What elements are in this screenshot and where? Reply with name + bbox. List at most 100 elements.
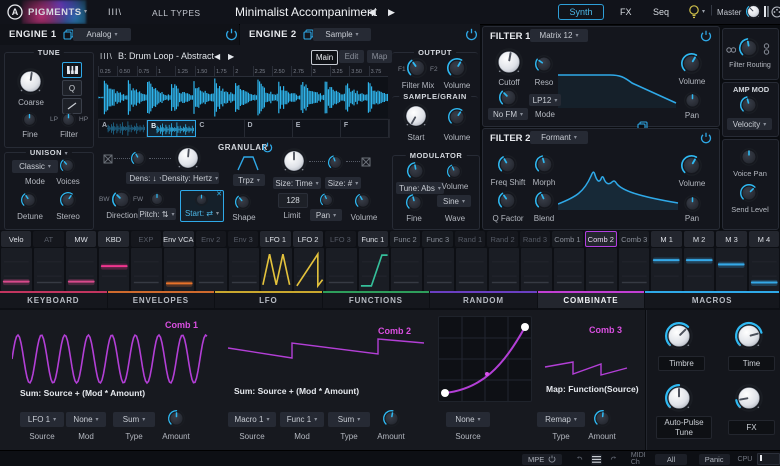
undo-icon[interactable]: [576, 454, 583, 464]
macro-time-knob[interactable]: [735, 322, 763, 350]
brand-caret-icon[interactable]: ▾: [84, 8, 87, 15]
grain-density-knob[interactable]: [175, 145, 201, 171]
comb3-function-graph[interactable]: [438, 316, 532, 402]
sample-tab-edit[interactable]: Edit: [339, 50, 364, 63]
grain-pan-mode-select[interactable]: Pan: [310, 209, 342, 221]
macro-timbre-knob[interactable]: [665, 322, 693, 350]
keyboard-track-button[interactable]: [62, 62, 82, 78]
mod-tab-at[interactable]: AT: [33, 231, 63, 247]
mod-meter-comb-3[interactable]: [619, 248, 650, 291]
tune-filter-knob[interactable]: [61, 112, 76, 127]
mod-meter-exp[interactable]: [131, 248, 162, 291]
sample-volume-knob[interactable]: [448, 108, 466, 126]
quantize-button[interactable]: Q: [62, 80, 82, 96]
preset-next-button[interactable]: ▶: [388, 7, 395, 18]
grain-density-mod-knob[interactable]: [131, 151, 146, 166]
arturia-logo[interactable]: A: [7, 4, 23, 20]
section-tab-macros[interactable]: MACROS: [645, 291, 779, 308]
sample-next-button[interactable]: ▶: [228, 52, 234, 61]
fine-tune-knob[interactable]: [22, 112, 37, 127]
filter1-type-select[interactable]: Matrix 12: [530, 29, 588, 42]
redo-icon[interactable]: [610, 454, 617, 464]
comb1-amount-knob[interactable]: [168, 410, 185, 427]
tips-caret-icon[interactable]: ▾: [702, 8, 705, 15]
comb1-type-select[interactable]: Sum: [113, 412, 155, 427]
engine1-type-select[interactable]: Analog: [73, 28, 131, 41]
engine2-copy-icon[interactable]: [303, 29, 314, 40]
amp-mod-knob[interactable]: [740, 96, 758, 114]
voice-pan-knob[interactable]: [740, 148, 758, 166]
modulator-tune-mode-select[interactable]: Tune: Abs: [396, 182, 444, 194]
panic-button[interactable]: Panic: [699, 454, 730, 465]
tab-fx[interactable]: FX: [620, 7, 632, 17]
sample-prev-button[interactable]: ◀: [214, 52, 220, 61]
section-tab-combinate[interactable]: COMBINATE: [538, 291, 645, 308]
comb1-mod-select[interactable]: None: [66, 412, 106, 427]
filter2-morph-knob[interactable]: [535, 155, 554, 174]
grain-start-mode-select[interactable]: Start: ⇄: [183, 208, 221, 219]
filter1-pan-knob[interactable]: [684, 92, 701, 109]
mod-tab-func-1[interactable]: Func 1: [358, 231, 388, 247]
mod-meter-comb-1[interactable]: [554, 248, 585, 291]
mod-tab-func-2[interactable]: Func 2: [390, 231, 420, 247]
mod-meter-lfo-1[interactable]: [261, 248, 292, 291]
grain-start-mod-knob[interactable]: [195, 193, 208, 206]
filter2-pan-knob[interactable]: [684, 195, 701, 212]
sample-segment-a[interactable]: A: [99, 120, 147, 137]
grain-size-mod-knob[interactable]: [328, 155, 343, 170]
grain-pan-knob[interactable]: [320, 193, 334, 207]
filter-mix-knob[interactable]: [407, 58, 427, 78]
engine-volume-knob[interactable]: [447, 58, 467, 78]
mod-meter-mw[interactable]: [66, 248, 97, 291]
mod-meter-func-1[interactable]: [359, 248, 390, 291]
mod-meter-rand-1[interactable]: [456, 248, 487, 291]
filter1-curve[interactable]: [558, 70, 678, 108]
mod-meter-func-2[interactable]: [391, 248, 422, 291]
mod-meter-at[interactable]: [34, 248, 65, 291]
section-tab-functions[interactable]: FUNCTIONS: [323, 291, 430, 308]
mod-meter-lfo-2[interactable]: [294, 248, 325, 291]
mod-tab-m-2[interactable]: M 2: [684, 231, 714, 247]
grain-shape-preset-select[interactable]: Trpz: [233, 174, 265, 186]
history-menu-button[interactable]: [591, 454, 601, 465]
mod-meter-lfo-3[interactable]: [326, 248, 357, 291]
sample-tab-map[interactable]: Map: [367, 50, 392, 63]
modulator-tune-knob[interactable]: [407, 162, 425, 180]
section-tab-keyboard[interactable]: KEYBOARD: [0, 291, 107, 308]
section-tab-lfo[interactable]: LFO: [215, 291, 322, 308]
filter-routing-knob[interactable]: [739, 38, 759, 58]
comb2-type-select[interactable]: Sum: [328, 412, 370, 427]
filter1-reso-knob[interactable]: [535, 55, 553, 73]
mod-tab-lfo-2[interactable]: LFO 2: [293, 231, 323, 247]
filter1-mode-select[interactable]: LP12: [529, 94, 561, 106]
mod-meter-m-1[interactable]: [651, 248, 682, 291]
mod-meter-kbd[interactable]: [99, 248, 130, 291]
mod-tab-comb-3[interactable]: Comb 3: [619, 231, 649, 247]
master-volume-knob[interactable]: [746, 4, 761, 19]
filter1-volume-knob[interactable]: [681, 53, 702, 74]
mod-meter-env-vca[interactable]: [164, 248, 195, 291]
engine2-type-select[interactable]: Sample: [313, 28, 371, 41]
mod-meter-func-3[interactable]: [424, 248, 455, 291]
mod-meter-velo[interactable]: [1, 248, 32, 291]
grain-size-knob[interactable]: [281, 148, 307, 174]
filter2-qfactor-knob[interactable]: [498, 191, 517, 210]
grain-size2-mode-select[interactable]: Size: #: [325, 177, 361, 189]
filter1-cutoff-knob[interactable]: [495, 48, 523, 76]
sample-tab-main[interactable]: Main: [311, 50, 338, 65]
sample-segment-b[interactable]: B: [147, 120, 196, 137]
comb2-amount-knob[interactable]: [383, 410, 400, 427]
mod-tab-m-4[interactable]: M 4: [749, 231, 779, 247]
send-level-knob[interactable]: [740, 184, 758, 202]
comb1-waveform[interactable]: [12, 330, 208, 388]
sample-name[interactable]: B: Drum Loop - Abstract: [118, 51, 214, 61]
mod-tab-mw[interactable]: MW: [66, 231, 96, 247]
coarse-knob[interactable]: [17, 68, 44, 95]
grain-pitch-mode-select[interactable]: Pitch: ⇅: [138, 208, 176, 220]
grain-pitch-knob[interactable]: [150, 192, 164, 206]
sample-list-icon[interactable]: III\: [100, 52, 113, 61]
comb2-mod-select[interactable]: Func 1: [280, 412, 324, 427]
library-filter[interactable]: ALL TYPES: [152, 8, 201, 18]
engine2-power-icon[interactable]: [465, 28, 478, 41]
waveform-display[interactable]: [98, 77, 388, 118]
